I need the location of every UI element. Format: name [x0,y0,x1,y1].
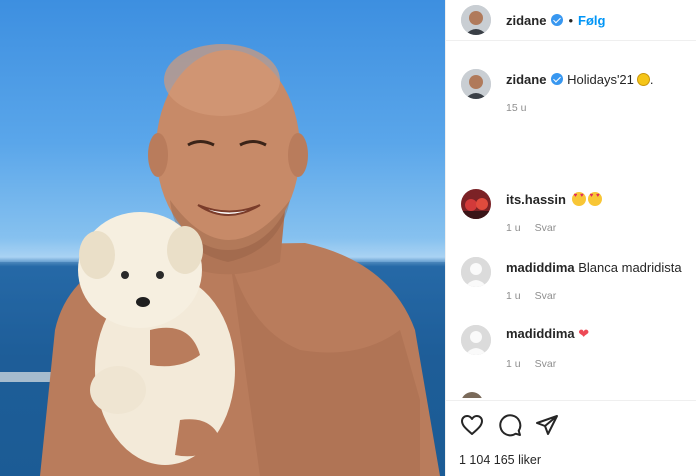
heart-eyes-emoji-icon [587,192,602,206]
comment-username[interactable]: its.hassin [506,192,566,207]
author-username[interactable]: zidane [506,13,546,28]
comment-icon[interactable] [498,413,522,437]
comment-meta: 1 u Svar [506,290,570,302]
reply-button[interactable]: Svar [535,290,557,302]
post-actions: 1 104 165 liker [446,400,696,476]
verified-badge-icon [551,73,564,85]
separator-dot: • [568,13,574,28]
comment-username[interactable]: madiddima [506,260,575,275]
caption-timestamp[interactable]: 15 u [506,102,526,114]
comment-timestamp[interactable]: 1 u [506,290,521,302]
like-count[interactable]: 1 104 165 liker [459,453,541,467]
comment-text: madiddima ❤ [506,326,589,342]
comment-text: madiddima Blanca madridista [506,260,682,275]
caption-meta: 15 u [506,102,540,114]
comment-item: madiddima Blanca madridista 1 u Svar [446,254,696,314]
comment-timestamp[interactable]: 1 u [506,358,521,370]
heart-outline-icon[interactable] [460,413,484,437]
commenter-avatar[interactable] [461,189,491,219]
comment-body: Blanca madridista [578,260,682,275]
truncated-comment [461,392,682,398]
caption-avatar[interactable] [461,69,491,99]
header-author-line: zidane • Følg [506,12,605,30]
comment-text: its.hassin [506,192,602,207]
default-avatar-icon[interactable] [461,325,491,355]
comment-username[interactable]: madiddima [506,326,575,341]
post-photo[interactable] [0,0,445,476]
comment-meta: 1 u Svar [506,358,570,370]
caption-row: zidane Holidays'21. 15 u [446,60,696,120]
comment-item: madiddima ❤ 1 u Svar [446,322,696,382]
post-header: zidane • Følg [446,0,696,41]
comment-timestamp[interactable]: 1 u [506,222,521,234]
paper-plane-icon[interactable] [535,413,559,437]
sun-emoji-icon [636,73,650,86]
heart-eyes-emoji-icon [571,192,586,206]
comment-item: its.hassin 1 u Svar [446,186,696,246]
post-sidebar: zidane • Følg zidane Holidays'21. 15 u its… [445,0,696,476]
author-avatar[interactable] [461,5,491,35]
default-avatar-icon[interactable] [461,257,491,287]
reply-button[interactable]: Svar [535,358,557,370]
caption-text: zidane Holidays'21. [506,72,654,87]
red-heart-emoji-icon: ❤ [578,326,590,341]
follow-button[interactable]: Følg [578,13,605,28]
caption-username[interactable]: zidane [506,72,546,87]
comment-meta: 1 u Svar [506,222,570,234]
photo-illustration [0,44,445,476]
verified-badge-icon [551,14,564,26]
caption-body: Holidays'21 [567,72,634,87]
reply-button[interactable]: Svar [535,222,557,234]
